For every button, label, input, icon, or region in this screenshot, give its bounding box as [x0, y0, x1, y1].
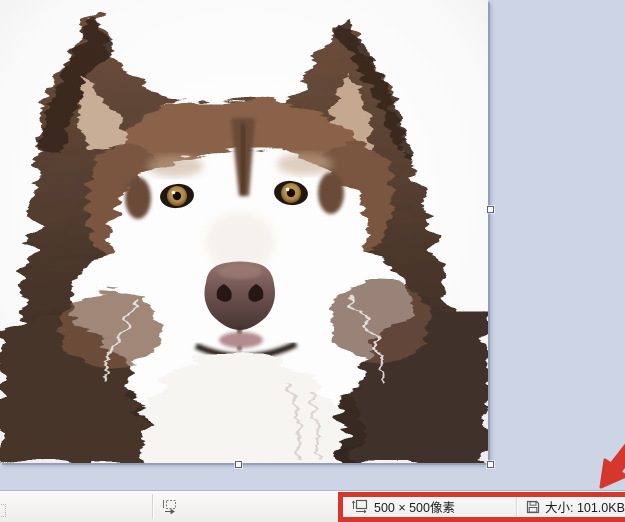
- canvas-resize-handle-right[interactable]: [487, 206, 494, 213]
- statusbar-separator: [516, 494, 518, 519]
- image-size-value: 500 × 500像素: [374, 501, 455, 515]
- canvas-resize-handle-bottom[interactable]: [235, 461, 242, 468]
- paint-workspace: [0, 0, 625, 491]
- cursor-position-icon: [0, 504, 6, 517]
- image-dimensions-icon: [352, 499, 369, 514]
- save-file-icon: [526, 500, 540, 514]
- status-bar: 500 × 500像素 大小: 101.0KB: [0, 490, 625, 522]
- canvas-resize-handle-bottom-right[interactable]: [487, 461, 494, 468]
- husky-photo: [0, 0, 488, 463]
- file-size-value: 大小: 101.0KB: [545, 501, 625, 515]
- image-size-segment: 500 × 500像素: [352, 491, 455, 522]
- selection-size-segment: [162, 491, 178, 522]
- file-size-segment: 大小: 101.0KB: [526, 491, 625, 522]
- image-canvas[interactable]: [0, 0, 488, 463]
- statusbar-separator: [152, 494, 154, 519]
- selection-size-icon: [162, 499, 178, 515]
